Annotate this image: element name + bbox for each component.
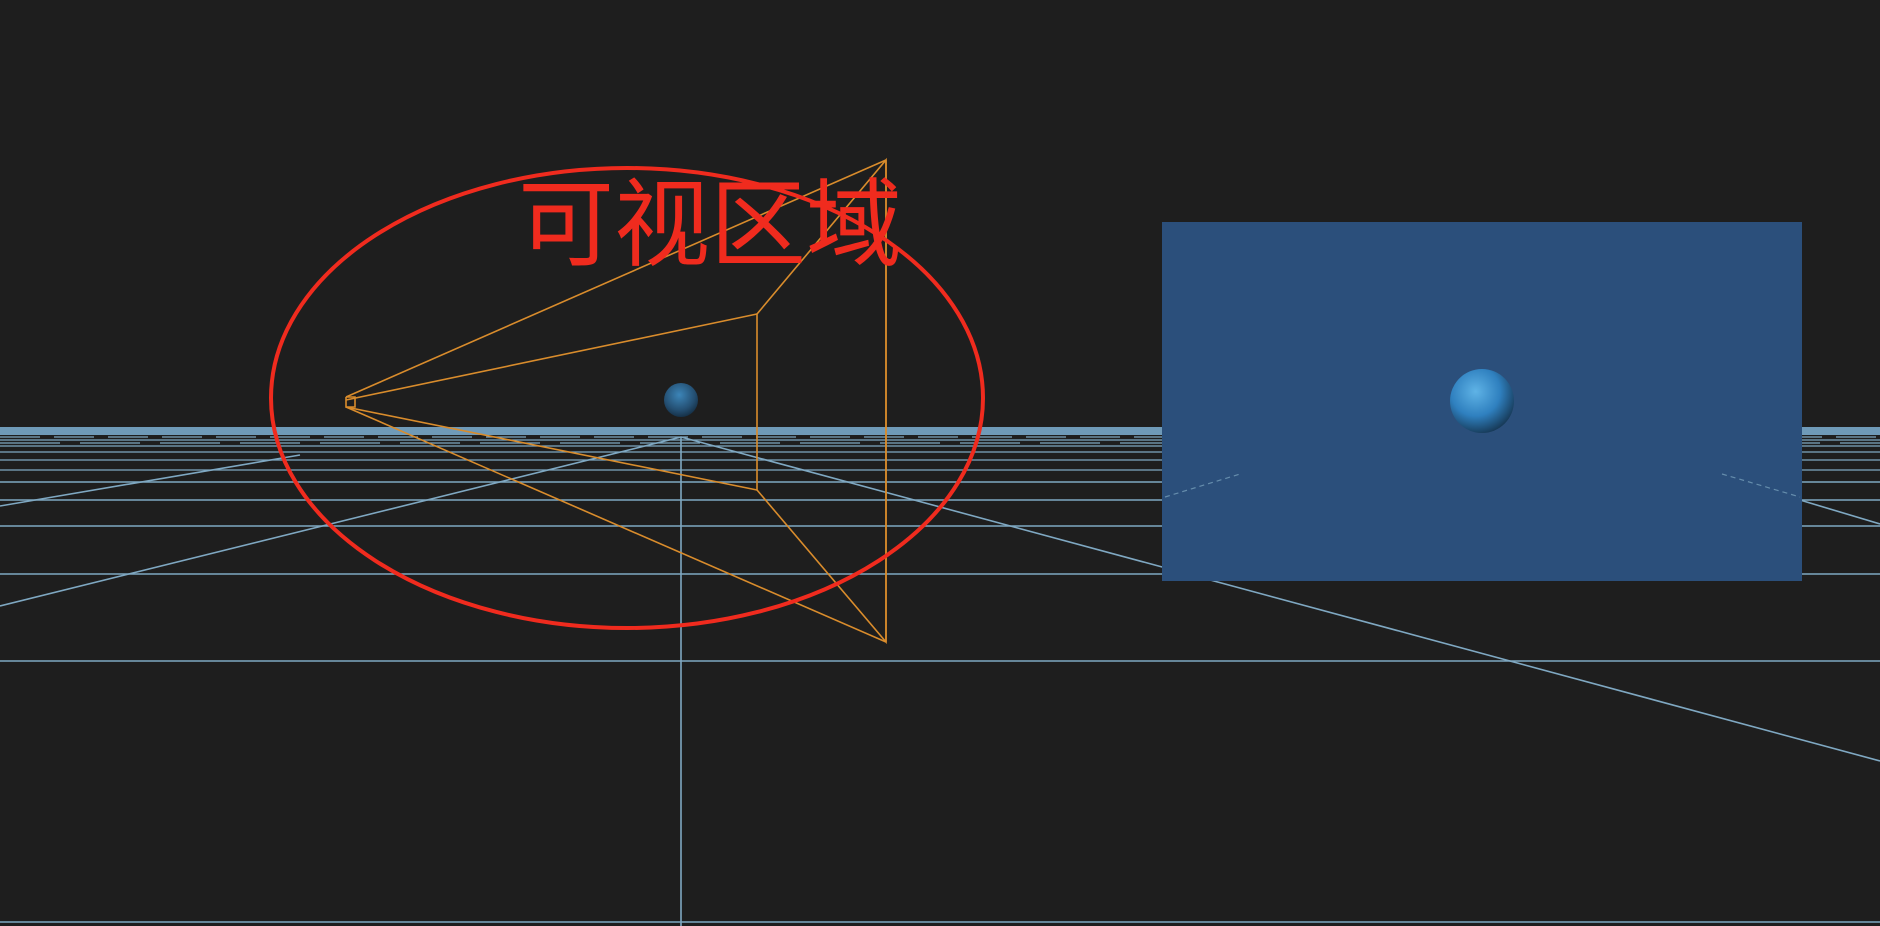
- camera-preview-panel[interactable]: [1162, 222, 1802, 581]
- sphere-icon: [664, 383, 698, 417]
- grid-diagonal: [1799, 499, 1880, 525]
- annotation-label: 可视区域: [518, 169, 902, 281]
- 3d-viewport[interactable]: 可视区域: [0, 0, 1880, 926]
- scene-sphere[interactable]: [664, 383, 698, 417]
- grid-diagonal: [0, 436, 682, 607]
- sphere-icon: [1450, 369, 1514, 433]
- frustum-edge: [345, 313, 758, 401]
- frustum-edge: [345, 406, 887, 643]
- visible-area-annotation: 可视区域: [269, 166, 985, 630]
- grid-diagonal: [0, 454, 301, 507]
- frustum-edge: [345, 406, 758, 491]
